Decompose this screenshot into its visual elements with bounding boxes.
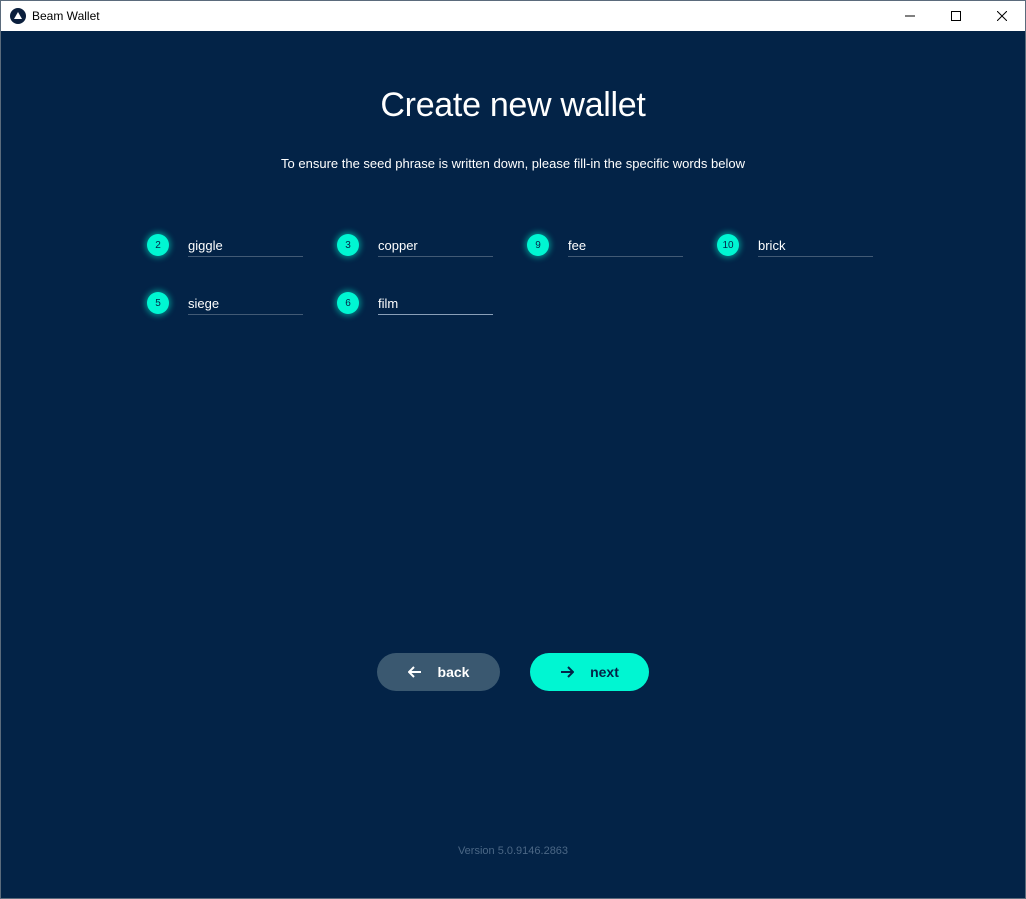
word-number-badge: 5 xyxy=(147,292,169,314)
seed-word-input-active[interactable] xyxy=(378,294,493,312)
seed-word-input[interactable] xyxy=(378,236,493,254)
seed-word-input[interactable] xyxy=(758,236,873,254)
back-button[interactable]: back xyxy=(377,653,500,691)
word-input-container xyxy=(188,232,303,257)
word-input-container xyxy=(378,290,493,315)
word-input-container xyxy=(188,290,303,315)
maximize-icon xyxy=(951,11,961,21)
version-label: Version 5.0.9146.2863 xyxy=(457,845,569,857)
word-number-badge: 2 xyxy=(147,234,169,256)
seed-word-input[interactable] xyxy=(188,236,303,254)
word-input-container xyxy=(758,232,873,257)
close-button[interactable] xyxy=(979,1,1025,31)
app-window: Beam Wallet Create new wallet To ensure … xyxy=(0,0,1026,899)
minimize-icon xyxy=(905,15,915,17)
word-number-badge: 3 xyxy=(337,234,359,256)
beam-logo-icon xyxy=(10,8,26,24)
title-bar[interactable]: Beam Wallet xyxy=(1,1,1025,31)
main-content: Create new wallet To ensure the seed phr… xyxy=(1,31,1025,898)
arrow-left-icon xyxy=(407,666,421,678)
word-number-badge: 9 xyxy=(527,234,549,256)
seed-word-field: 5 xyxy=(147,290,303,315)
next-button[interactable]: next xyxy=(530,653,649,691)
seed-word-input[interactable] xyxy=(568,236,683,254)
page-instruction: To ensure the seed phrase is written dow… xyxy=(281,156,745,171)
close-icon xyxy=(997,11,1007,21)
page-title: Create new wallet xyxy=(380,86,646,124)
maximize-button[interactable] xyxy=(933,1,979,31)
seed-word-field: 6 xyxy=(337,290,493,315)
word-number-badge: 6 xyxy=(337,292,359,314)
seed-word-field: 9 xyxy=(527,232,683,257)
seed-word-field: 3 xyxy=(337,232,493,257)
back-button-label: back xyxy=(437,664,470,680)
word-input-container xyxy=(378,232,493,257)
seed-word-input[interactable] xyxy=(188,294,303,312)
next-button-label: next xyxy=(590,664,619,680)
seed-word-field: 10 xyxy=(717,232,873,257)
window-title: Beam Wallet xyxy=(32,9,100,23)
seed-word-field: 2 xyxy=(147,232,303,257)
word-input-container xyxy=(568,232,683,257)
word-number-badge: 10 xyxy=(717,234,739,256)
minimize-button[interactable] xyxy=(887,1,933,31)
arrow-right-icon xyxy=(561,666,575,678)
window-controls xyxy=(887,1,1025,31)
